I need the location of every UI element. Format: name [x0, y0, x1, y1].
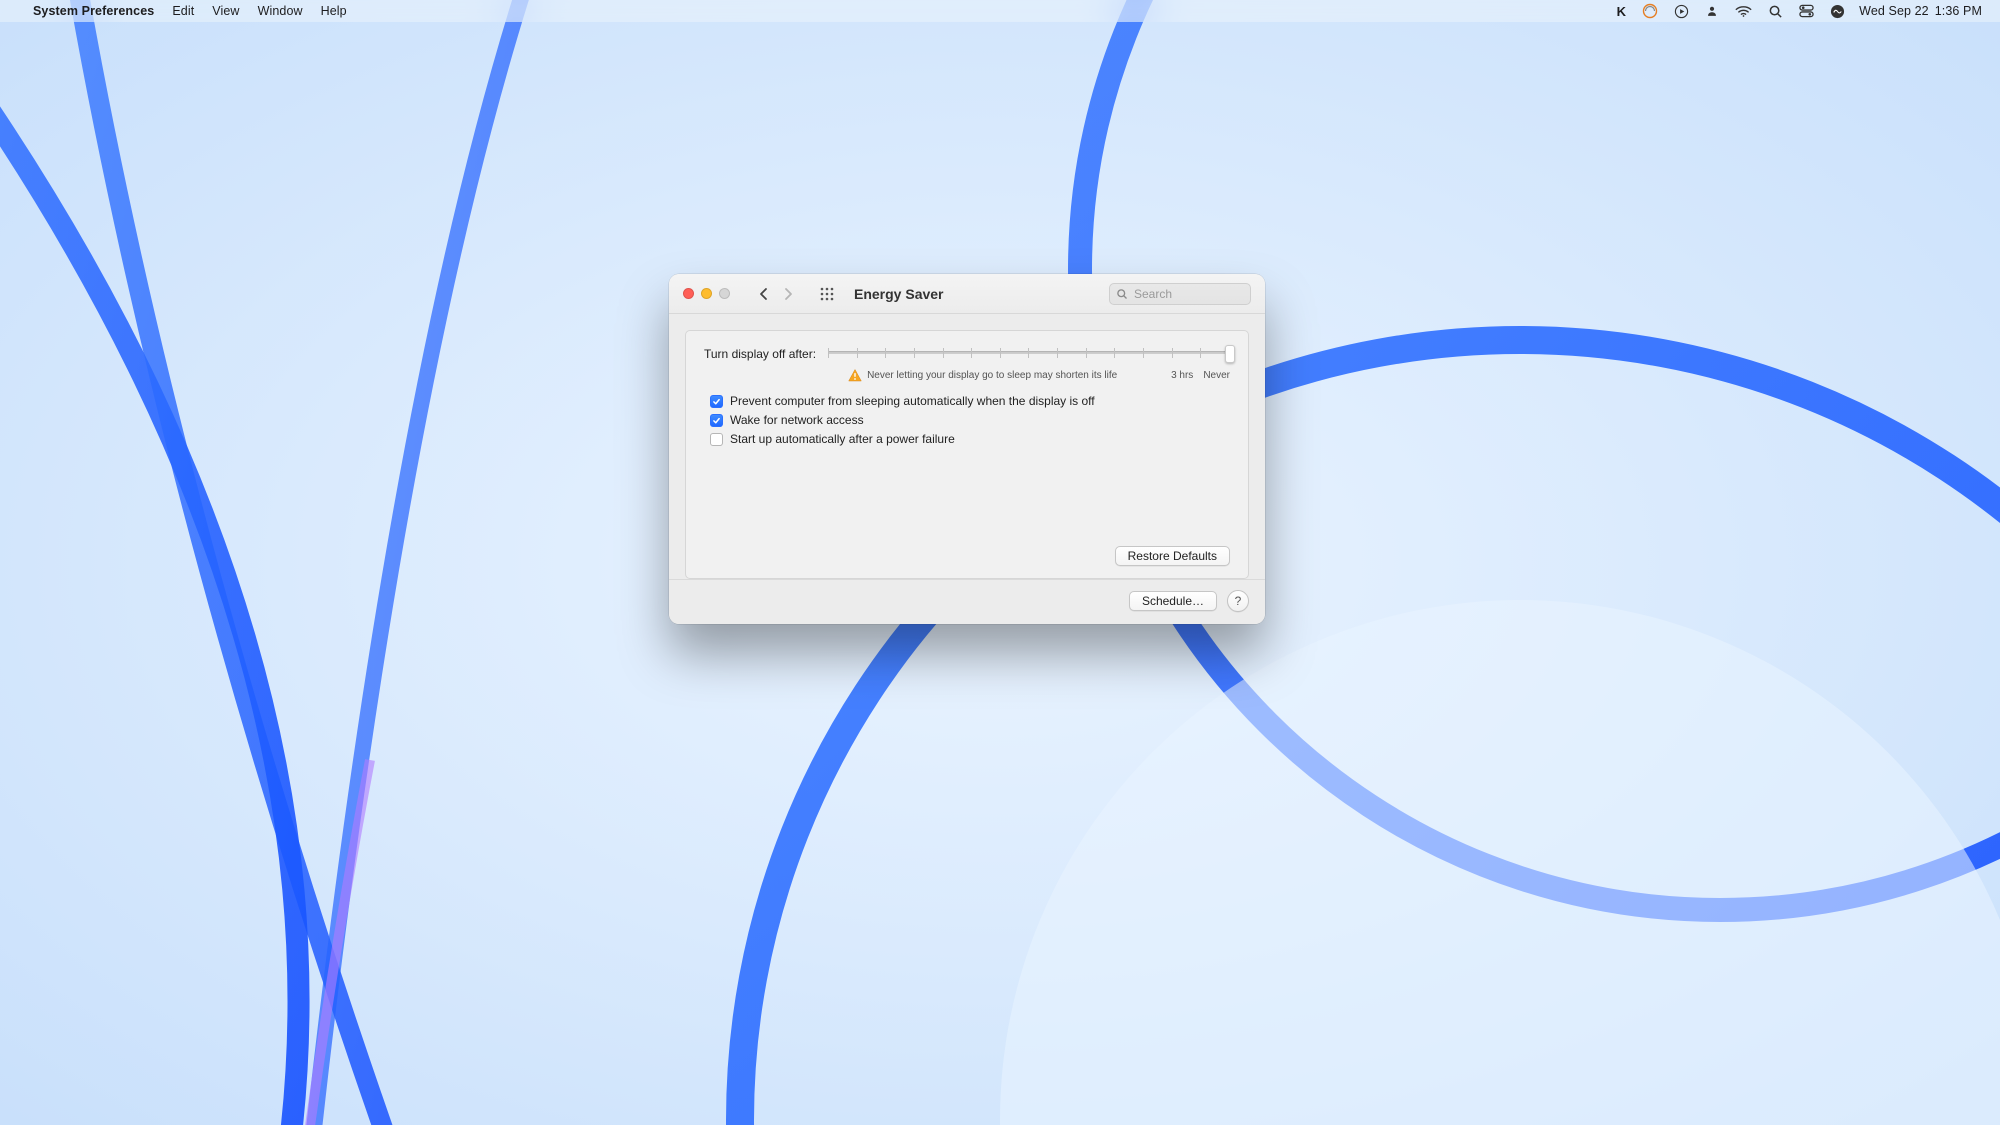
- window-toolbar: Energy Saver: [669, 274, 1265, 314]
- checkbox-startup-after-failure[interactable]: Start up automatically after a power fai…: [710, 432, 1230, 446]
- checkbox-prevent-sleep-box[interactable]: [710, 395, 723, 408]
- menu-help[interactable]: Help: [312, 4, 356, 18]
- traffic-lights: [683, 288, 736, 299]
- show-all-button[interactable]: [816, 283, 838, 305]
- checkbox-prevent-sleep[interactable]: Prevent computer from sleeping automatic…: [710, 394, 1230, 408]
- control-center-icon[interactable]: [1791, 0, 1822, 22]
- status-icon-2[interactable]: [1634, 0, 1666, 22]
- search-icon: [1116, 288, 1128, 300]
- display-sleep-label: Turn display off after:: [704, 345, 816, 361]
- window-close-button[interactable]: [683, 288, 694, 299]
- checkbox-wake-for-network-box[interactable]: [710, 414, 723, 427]
- display-sleep-slider-thumb[interactable]: [1225, 345, 1235, 363]
- window-minimize-button[interactable]: [701, 288, 712, 299]
- window-zoom-button[interactable]: [719, 288, 730, 299]
- menu-window[interactable]: Window: [249, 4, 312, 18]
- schedule-button[interactable]: Schedule…: [1129, 591, 1217, 611]
- energy-saver-window: Energy Saver Turn display off after:: [669, 274, 1265, 624]
- siri-icon[interactable]: [1822, 0, 1853, 22]
- energy-saver-content: Turn display off after:: [685, 330, 1249, 579]
- wifi-icon[interactable]: [1727, 0, 1760, 22]
- status-icon-1[interactable]: K: [1609, 0, 1635, 22]
- menubar-date[interactable]: Wed Sep 22: [1853, 0, 1933, 22]
- forward-button[interactable]: [776, 282, 800, 306]
- slider-tick-3hrs: 3 hrs: [1171, 370, 1193, 381]
- checkbox-startup-after-failure-box[interactable]: [710, 433, 723, 446]
- slider-tick-never: Never: [1203, 370, 1230, 381]
- status-icon-play[interactable]: [1666, 0, 1697, 22]
- warning-text: Never letting your display go to sleep m…: [867, 370, 1117, 381]
- menu-edit[interactable]: Edit: [163, 4, 203, 18]
- checkbox-prevent-sleep-label: Prevent computer from sleeping automatic…: [730, 394, 1095, 408]
- window-title: Energy Saver: [854, 286, 944, 302]
- checkbox-wake-for-network[interactable]: Wake for network access: [710, 413, 1230, 427]
- back-button[interactable]: [752, 282, 776, 306]
- window-footer: Schedule… ?: [669, 579, 1265, 624]
- menubar: System Preferences Edit View Window Help…: [0, 0, 2000, 22]
- search-input[interactable]: [1132, 286, 1244, 302]
- restore-defaults-button[interactable]: Restore Defaults: [1115, 546, 1230, 566]
- menubar-time[interactable]: 1:36 PM: [1933, 0, 1990, 22]
- warning-icon: [848, 369, 862, 382]
- status-icon-user[interactable]: [1697, 0, 1727, 22]
- display-sleep-slider[interactable]: [828, 345, 1230, 363]
- menu-view[interactable]: View: [203, 4, 248, 18]
- search-field[interactable]: [1109, 283, 1251, 305]
- checkbox-wake-for-network-label: Wake for network access: [730, 413, 864, 427]
- help-button[interactable]: ?: [1227, 590, 1249, 612]
- checkbox-startup-after-failure-label: Start up automatically after a power fai…: [730, 432, 955, 446]
- menubar-app-name[interactable]: System Preferences: [24, 4, 163, 18]
- energy-saver-pane: Turn display off after:: [669, 314, 1265, 579]
- spotlight-icon[interactable]: [1760, 0, 1791, 22]
